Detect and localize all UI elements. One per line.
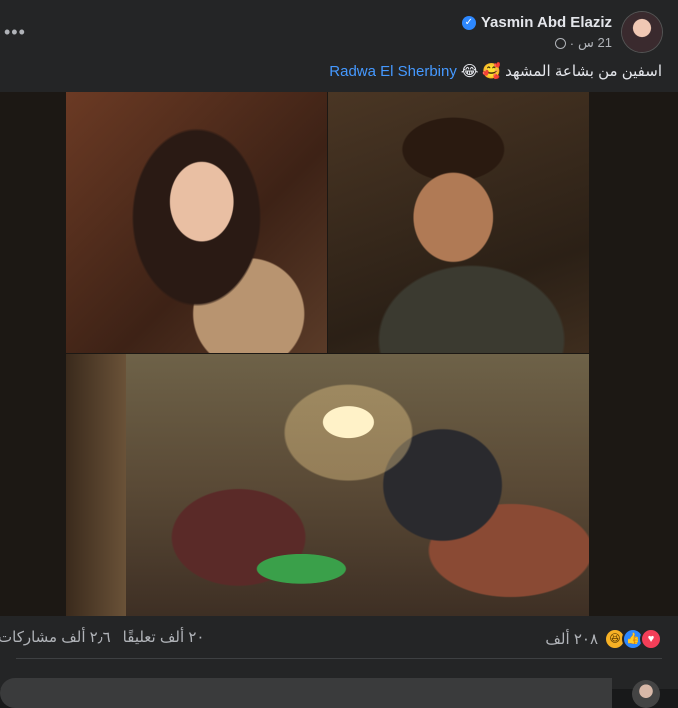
reaction-count: ٢٠٨ ألف xyxy=(545,631,598,648)
photo-panel-woman xyxy=(66,92,327,353)
reaction-icons: 😆 👍 ♥ xyxy=(604,628,662,650)
post-caption: اسفين من بشاعة المشهد 🥰 😂 Radwa El Sherb… xyxy=(329,62,662,81)
smiling-hearts-emoji-icon: 🥰 xyxy=(482,63,502,80)
photo-collage xyxy=(66,92,589,616)
more-options-icon[interactable]: ••• xyxy=(4,22,26,43)
share-count[interactable]: ٢٫٦ ألف مشاركات xyxy=(0,628,111,646)
love-reaction-icon: ♥ xyxy=(640,628,662,650)
verified-badge-icon: ✓ xyxy=(461,15,476,30)
post-header: Yasmin Abd Elaziz ✓ 21 س · ••• xyxy=(0,0,678,62)
globe-icon xyxy=(554,37,566,49)
meta-separator: · xyxy=(569,35,575,51)
facebook-post: Yasmin Abd Elaziz ✓ 21 س · ••• اسفين من … xyxy=(0,0,678,708)
post-time[interactable]: 21 س xyxy=(578,35,612,51)
post-meta: 21 س · xyxy=(554,35,612,51)
author-name[interactable]: Yasmin Abd Elaziz xyxy=(481,14,612,31)
caption-text: اسفين من بشاعة المشهد xyxy=(505,63,662,80)
mention-link[interactable]: Radwa El Sherbiny xyxy=(329,63,457,80)
comment-count[interactable]: ٢٠ ألف تعليقًا xyxy=(123,628,205,646)
tears-of-joy-emoji-icon: 😂 xyxy=(460,63,479,80)
post-stats: 😆 👍 ♥ ٢٠٨ ألف ٢٠ ألف تعليقًا ٢٫٦ ألف مشا… xyxy=(0,616,678,658)
reactions-summary[interactable]: 😆 👍 ♥ ٢٠٨ ألف xyxy=(545,628,662,650)
post-photo[interactable] xyxy=(0,92,678,616)
author-avatar[interactable] xyxy=(622,12,662,52)
comment-input[interactable] xyxy=(0,678,612,708)
engagement-counts: ٢٠ ألف تعليقًا ٢٫٦ ألف مشاركات xyxy=(0,628,204,646)
commenter-avatar xyxy=(632,680,660,708)
photo-panel-man xyxy=(328,92,589,353)
photo-panel-scene xyxy=(66,354,589,616)
author-line: Yasmin Abd Elaziz ✓ xyxy=(461,14,612,31)
divider xyxy=(16,658,662,659)
